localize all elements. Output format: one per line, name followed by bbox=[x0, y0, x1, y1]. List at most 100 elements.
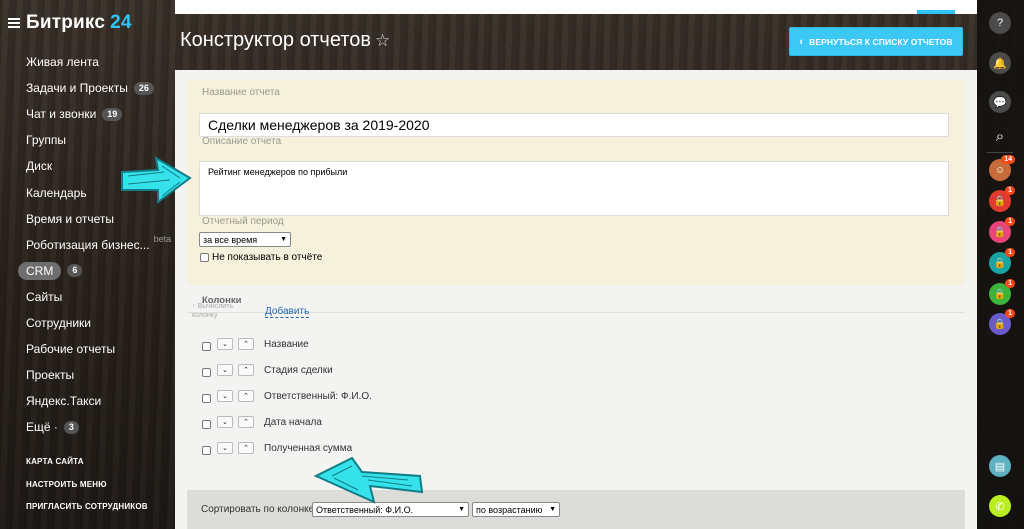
chevron-down-icon: ▼ bbox=[280, 236, 287, 243]
report-period-select[interactable]: за все время ▼ bbox=[199, 232, 291, 247]
main-menu: Живая лента Задачи и Проекты 26 Чат и звонк… bbox=[0, 49, 175, 440]
sidebar-item-label: Рабочие отчеты bbox=[26, 342, 116, 357]
chevron-up-icon: ⌃ bbox=[243, 445, 249, 452]
chevron-down-icon: ⌄ bbox=[222, 393, 228, 400]
sidebar-link[interactable]: ПРИГЛАСИТЬ СОТРУДНИКОВ bbox=[26, 502, 148, 525]
phone-icon[interactable]: ✆ bbox=[989, 495, 1011, 517]
move-down-button[interactable]: ⌄ bbox=[217, 338, 233, 350]
sidebar-item-label: Проекты bbox=[26, 368, 75, 383]
sidebar-item[interactable]: CRM 6 bbox=[0, 258, 175, 284]
report-period-label: Отчетный период bbox=[202, 216, 284, 227]
unread-badge: 1 bbox=[1005, 217, 1015, 226]
beta-tag: beta bbox=[153, 233, 172, 244]
sidebar-item[interactable]: Чат и звонки 19 bbox=[0, 101, 175, 127]
report-settings-block: Название отчета Сделки менеджеров за 201… bbox=[187, 80, 965, 285]
sidebar-item-label: Время и отчеты bbox=[26, 211, 115, 226]
chevron-down-icon: ▼ bbox=[549, 506, 556, 513]
chevron-down-icon: ▼ bbox=[458, 506, 465, 513]
user-avatar[interactable]: ☺ 14 bbox=[989, 155, 1015, 181]
avatar-glyph: 🔒 bbox=[993, 288, 1007, 300]
sidebar-item-label: Живая лента bbox=[26, 55, 99, 70]
move-up-button[interactable]: ⌃ bbox=[238, 364, 254, 376]
search-icon[interactable]: ⌕ bbox=[989, 125, 1011, 147]
sidebar-item[interactable]: Рабочие отчеты bbox=[0, 336, 175, 362]
report-description-textarea[interactable]: Рейтинг менеджеров по прибыли bbox=[199, 161, 949, 216]
column-checkbox[interactable] bbox=[202, 394, 211, 403]
column-checkbox[interactable] bbox=[202, 342, 211, 351]
sidebar-item-label: Роботизация бизнес... bbox=[26, 237, 150, 252]
report-name-input[interactable]: Сделки менеджеров за 2019-2020 bbox=[199, 113, 949, 137]
sidebar-item-label: CRM bbox=[18, 261, 62, 280]
chevron-up-icon: ⌃ bbox=[243, 367, 249, 374]
logo-row: Битрикс 24 bbox=[8, 12, 132, 34]
column-checkbox[interactable] bbox=[202, 368, 211, 377]
sidebar-item[interactable]: Время и отчеты bbox=[0, 206, 175, 232]
chevron-down-icon: ⌄ bbox=[222, 419, 228, 426]
sidebar-item-counter: 3 bbox=[63, 420, 79, 434]
help-icon[interactable]: ? bbox=[989, 12, 1011, 34]
sidebar-item[interactable]: Задачи и Проекты 26 bbox=[0, 75, 175, 101]
chevron-up-icon: ⌃ bbox=[243, 393, 249, 400]
column-name: Ответственный: Ф.И.О. bbox=[264, 391, 372, 402]
columns-section: Колонки ⌄ ⌃ Название ⌄ ⌃ Стадия сделки ⌄ ⌃ Ответ… bbox=[187, 295, 965, 495]
sidebar-item-label: Диск bbox=[26, 159, 53, 174]
menu-burger-icon[interactable] bbox=[8, 18, 20, 28]
sidebar-item-label: Календарь bbox=[26, 185, 87, 200]
move-down-button[interactable]: ⌄ bbox=[217, 364, 233, 376]
report-description-label: Описание отчета bbox=[202, 136, 282, 147]
sidebar-item-counter: 19 bbox=[102, 107, 123, 121]
avatar-glyph: 🔒 bbox=[993, 257, 1007, 269]
back-to-reports-button[interactable]: ‹ ВЕРНУТЬСЯ К СПИСКУ ОТЧЕТОВ bbox=[789, 27, 963, 56]
chat-icon[interactable]: 💬 bbox=[989, 91, 1011, 113]
move-up-button[interactable]: ⌃ bbox=[238, 390, 254, 402]
move-up-button[interactable]: ⌃ bbox=[238, 338, 254, 350]
sidebar-links: КАРТА САЙТА НАСТРОИТЬ МЕНЮ ПРИГЛАСИТЬ СОТР… bbox=[26, 457, 148, 525]
hide-in-report-checkbox[interactable] bbox=[200, 253, 209, 262]
chevron-left-icon: ‹ bbox=[799, 35, 804, 48]
column-row: ⌄ ⌃ Ответственный: Ф.И.О. bbox=[202, 390, 602, 406]
hide-in-report-label: Не показывать в отчёте bbox=[212, 252, 323, 263]
unread-badge: 1 bbox=[1005, 248, 1015, 257]
chevron-up-icon: ⌃ bbox=[243, 341, 249, 348]
avatar-glyph: ☺ bbox=[994, 164, 1006, 176]
sidebar-item-counter: 6 bbox=[67, 264, 83, 278]
sidebar-item[interactable]: Группы bbox=[0, 127, 175, 153]
sidebar-item-counter: 26 bbox=[133, 81, 154, 95]
locked-chat-icon[interactable]: 🔒 1 bbox=[989, 217, 1015, 243]
move-down-button[interactable]: ⌄ bbox=[217, 416, 233, 428]
column-name: Полученная сумма bbox=[264, 443, 353, 454]
sidebar-item[interactable]: Яндекс.Такси bbox=[0, 388, 175, 414]
sidebar-link[interactable]: КАРТА САЙТА bbox=[26, 457, 148, 480]
sort-bar: Сортировать по колонке Ответственный: Ф.… bbox=[187, 490, 965, 529]
move-up-button[interactable]: ⌃ bbox=[238, 442, 254, 454]
top-strip bbox=[175, 0, 977, 14]
column-name: Название bbox=[264, 339, 309, 350]
sort-order-select[interactable]: по возрастанию ▼ bbox=[472, 502, 560, 517]
favorite-star-icon[interactable]: ☆ bbox=[375, 31, 390, 50]
move-down-button[interactable]: ⌄ bbox=[217, 442, 233, 454]
locked-chat-icon[interactable]: 🔒 1 bbox=[989, 186, 1015, 212]
column-row: ⌄ ⌃ Название bbox=[202, 338, 602, 354]
sidebar-item[interactable]: Проекты bbox=[0, 362, 175, 388]
left-sidebar: Битрикс 24 Живая лента Задачи и Проекты 26 Ч… bbox=[0, 0, 175, 529]
bell-icon[interactable]: 🔔 bbox=[989, 52, 1011, 74]
locked-chat-icon[interactable]: 🔒 1 bbox=[989, 248, 1015, 274]
move-up-button[interactable]: ⌃ bbox=[238, 416, 254, 428]
sidebar-item[interactable]: Живая лента bbox=[0, 49, 175, 75]
logo[interactable]: Битрикс 24 bbox=[26, 12, 132, 34]
sidebar-link[interactable]: НАСТРОИТЬ МЕНЮ bbox=[26, 480, 148, 503]
sidebar-item[interactable]: Роботизация бизнес... beta bbox=[0, 232, 175, 258]
column-checkbox[interactable] bbox=[202, 420, 211, 429]
column-checkbox[interactable] bbox=[202, 446, 211, 455]
sidebar-item[interactable]: Ещё · 3 bbox=[0, 414, 175, 440]
sidebar-item-label: Группы bbox=[26, 133, 66, 148]
locked-chat-icon[interactable]: 🔒 1 bbox=[989, 279, 1015, 305]
sidebar-item-label: Сотрудники bbox=[26, 315, 91, 330]
add-column-link[interactable]: Добавить bbox=[265, 306, 310, 318]
locked-chat-icon[interactable]: 🔒 1 bbox=[989, 309, 1015, 335]
sidebar-item[interactable]: Сотрудники bbox=[0, 310, 175, 336]
sidebar-item[interactable]: Сайты bbox=[0, 284, 175, 310]
move-down-button[interactable]: ⌄ bbox=[217, 390, 233, 402]
column-row: ⌄ ⌃ Дата начала bbox=[202, 416, 602, 432]
document-icon[interactable]: ▤ bbox=[989, 455, 1011, 477]
